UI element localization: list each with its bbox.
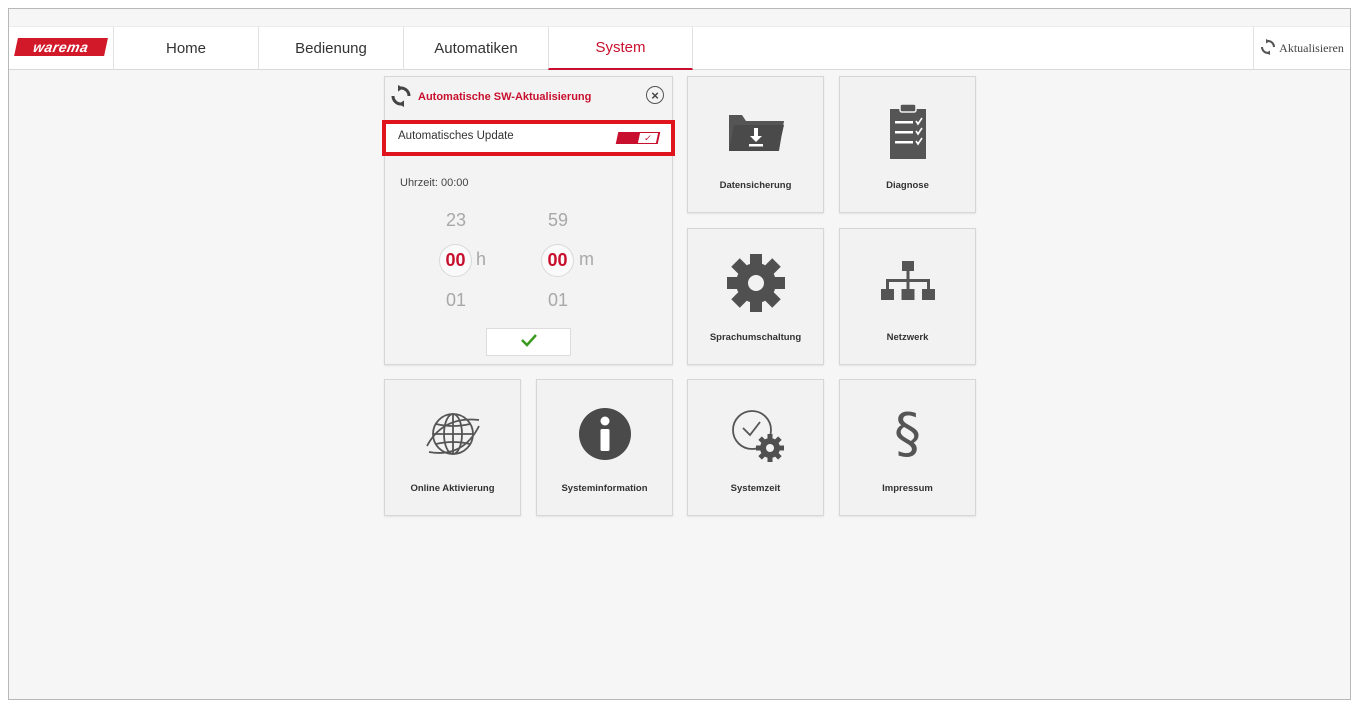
tile-label: Systeminformation: [561, 483, 648, 494]
tile-datensicherung[interactable]: Datensicherung: [687, 76, 824, 213]
tab-home[interactable]: Home: [113, 27, 258, 70]
auto-update-row: Automatisches Update ✓: [382, 120, 675, 156]
tile-label: Sprachumschaltung: [709, 332, 802, 343]
minute-next[interactable]: 01: [538, 290, 578, 311]
time-label: Uhrzeit: 00:00: [400, 177, 469, 189]
network-icon: [840, 253, 975, 313]
app-window: warema Home Bedienung Automatiken System…: [8, 8, 1351, 700]
refresh-label: Aktualisieren: [1279, 41, 1344, 55]
top-nav-bar: warema Home Bedienung Automatiken System…: [9, 26, 1350, 70]
close-icon: ×: [651, 87, 659, 103]
tab-bedienung[interactable]: Bedienung: [258, 27, 403, 70]
clock-gear-icon: [688, 404, 823, 464]
tile-online-aktivierung[interactable]: Online Aktivierung: [384, 379, 521, 516]
minute-prev[interactable]: 59: [538, 210, 578, 231]
tile-systemzeit[interactable]: Systemzeit: [687, 379, 824, 516]
tile-label: Systemzeit: [730, 483, 781, 494]
checkmark-icon: [520, 333, 538, 352]
tile-label: Datensicherung: [719, 180, 792, 191]
tile-label: Impressum: [882, 483, 933, 494]
panel-title: Automatische SW-Aktualisierung: [418, 91, 592, 103]
tile-systeminformation[interactable]: Systeminformation: [536, 379, 673, 516]
sync-icon: [390, 85, 412, 112]
minute-unit: m: [579, 249, 594, 269]
tile-sprachumschaltung[interactable]: Sprachumschaltung: [687, 228, 824, 365]
warema-logo[interactable]: warema: [14, 38, 108, 56]
tile-impressum[interactable]: § Impressum: [839, 379, 976, 516]
refresh-icon: [1260, 38, 1276, 59]
toggle-check-icon: ✓: [637, 133, 659, 143]
gear-icon: [688, 253, 823, 313]
tab-system[interactable]: System: [548, 27, 693, 70]
tab-automatiken[interactable]: Automatiken: [403, 27, 548, 70]
tile-label: Online Aktivierung: [410, 483, 495, 494]
tile-label: Netzwerk: [886, 332, 929, 343]
refresh-button[interactable]: Aktualisieren: [1253, 27, 1350, 70]
clipboard-checklist-icon: [840, 101, 975, 161]
tile-label: Diagnose: [886, 180, 929, 191]
hour-next[interactable]: 01: [436, 290, 476, 311]
auto-update-label: Automatisches Update: [398, 130, 514, 142]
globe-icon: [385, 404, 520, 464]
folder-download-icon: [688, 101, 823, 161]
auto-update-toggle[interactable]: ✓: [615, 132, 661, 144]
main-tabs: Home Bedienung Automatiken System: [113, 27, 693, 70]
tile-diagnose[interactable]: Diagnose: [839, 76, 976, 213]
tile-netzwerk[interactable]: Netzwerk: [839, 228, 976, 365]
auto-update-panel: Automatische SW-Aktualisierung × Automat…: [382, 76, 675, 365]
close-button[interactable]: ×: [646, 86, 664, 104]
hour-selected[interactable]: 00: [439, 244, 472, 277]
info-icon: [537, 404, 672, 464]
hour-unit: h: [476, 249, 487, 269]
hour-prev[interactable]: 23: [436, 210, 476, 231]
confirm-button[interactable]: [486, 328, 571, 356]
minute-selected[interactable]: 00: [541, 244, 574, 277]
paragraph-icon: §: [894, 402, 921, 465]
